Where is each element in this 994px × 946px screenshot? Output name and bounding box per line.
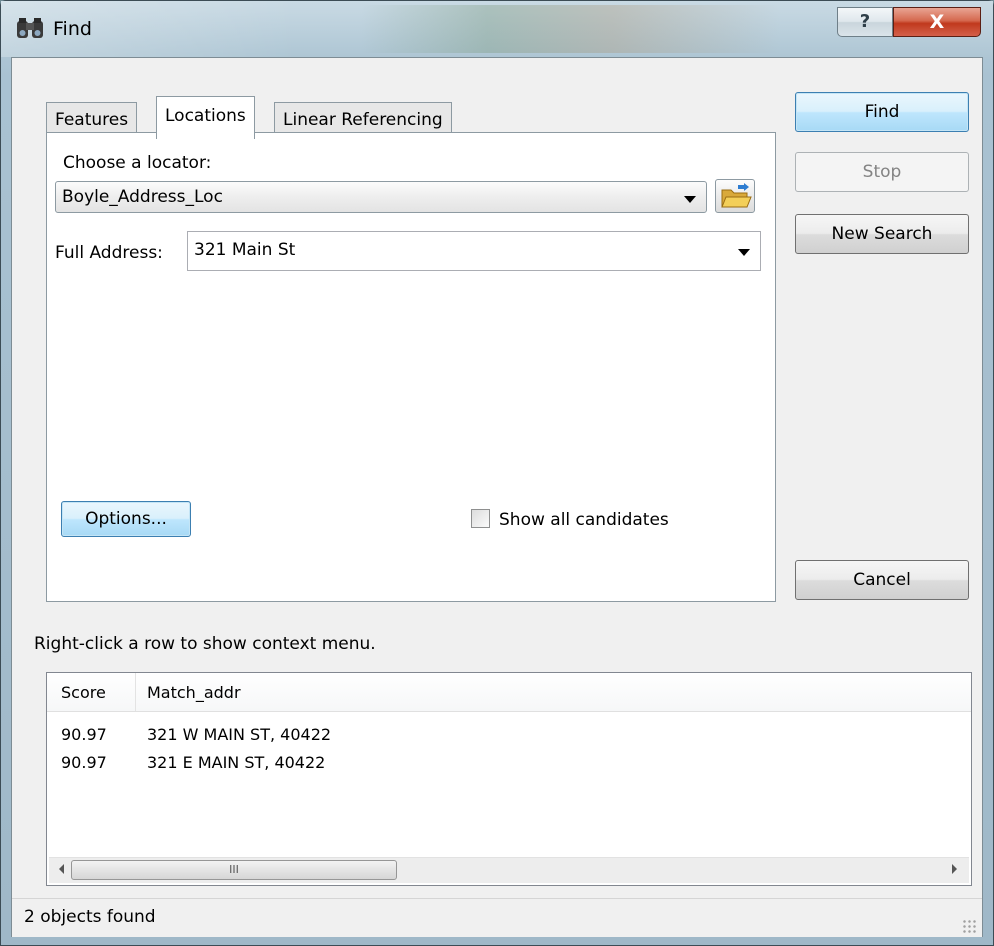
show-all-candidates-checkbox[interactable]: [471, 509, 490, 528]
title-bar-background: [361, 5, 781, 53]
scrollbar-thumb[interactable]: III: [71, 860, 397, 880]
cancel-button-label: Cancel: [853, 570, 911, 590]
full-address-input[interactable]: 321 Main St: [187, 231, 761, 271]
stop-button-label: Stop: [862, 162, 902, 182]
find-button[interactable]: Find: [795, 92, 969, 132]
dialog-body: Features Locations Linear Referencing Ch…: [11, 57, 983, 937]
stop-button[interactable]: Stop: [795, 152, 969, 192]
find-dialog: Find ? X Features Locations Linear Refer…: [0, 0, 994, 946]
resize-grip-icon[interactable]: [962, 919, 976, 933]
close-button[interactable]: X: [893, 7, 981, 37]
chevron-down-icon: [738, 249, 750, 256]
show-all-candidates-label: Show all candidates: [499, 510, 669, 530]
grip-icon: III: [229, 863, 239, 876]
binoculars-icon: [17, 18, 43, 38]
horizontal-scrollbar[interactable]: III: [49, 857, 969, 883]
new-search-button[interactable]: New Search: [795, 214, 969, 254]
table-row[interactable]: 90.97 321 W MAIN ST, 40422: [47, 721, 971, 749]
full-address-value: 321 Main St: [194, 240, 296, 260]
column-header-match-addr[interactable]: Match_addr: [147, 683, 241, 702]
status-text: 2 objects found: [24, 907, 156, 927]
title-bar[interactable]: Find ? X: [1, 1, 993, 57]
column-divider[interactable]: [135, 673, 136, 711]
help-icon: ?: [859, 11, 871, 32]
status-bar: 2 objects found: [12, 898, 982, 937]
list-header: Score Match_addr: [47, 673, 971, 712]
address-label: Full Address:: [55, 243, 163, 263]
locations-panel: Choose a locator: Boyle_Address_Loc Full…: [46, 132, 776, 602]
chevron-down-icon: [684, 196, 696, 203]
scroll-left-icon[interactable]: [59, 864, 64, 874]
browse-locator-button[interactable]: [715, 179, 755, 213]
match-addr-cell: 321 W MAIN ST, 40422: [147, 725, 332, 744]
table-row[interactable]: 90.97 321 E MAIN ST, 40422: [47, 749, 971, 777]
find-button-label: Find: [864, 102, 900, 122]
locator-dropdown[interactable]: Boyle_Address_Loc: [55, 181, 707, 213]
scroll-right-icon[interactable]: [952, 864, 957, 874]
options-button[interactable]: Options...: [61, 501, 191, 537]
tab-locations[interactable]: Locations: [156, 96, 255, 139]
help-button[interactable]: ?: [837, 7, 893, 37]
context-menu-hint: Right-click a row to show context menu.: [34, 634, 376, 654]
new-search-button-label: New Search: [831, 224, 933, 244]
window-title: Find: [53, 18, 92, 40]
match-addr-cell: 321 E MAIN ST, 40422: [147, 753, 326, 772]
locator-label: Choose a locator:: [63, 153, 212, 173]
cancel-button[interactable]: Cancel: [795, 560, 969, 600]
score-cell: 90.97: [61, 753, 107, 772]
candidates-list[interactable]: Score Match_addr 90.97 321 W MAIN ST, 40…: [46, 672, 972, 886]
close-icon: X: [929, 11, 945, 33]
score-cell: 90.97: [61, 725, 107, 744]
locator-value: Boyle_Address_Loc: [62, 187, 223, 207]
folder-icon: [721, 183, 752, 208]
column-header-score[interactable]: Score: [61, 683, 106, 702]
